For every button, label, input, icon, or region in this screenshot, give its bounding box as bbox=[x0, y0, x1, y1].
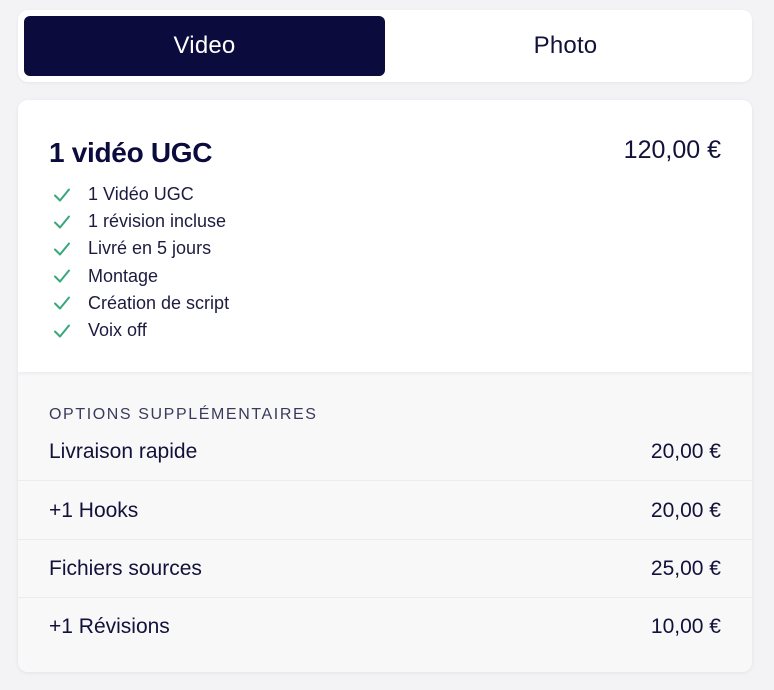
option-price: 10,00 € bbox=[650, 615, 721, 638]
feature-item: Voix off bbox=[52, 317, 229, 344]
option-row-revisions[interactable]: +1 Révisions 10,00 € bbox=[18, 598, 752, 656]
feature-label: Voix off bbox=[88, 320, 147, 341]
option-price: 20,00 € bbox=[650, 439, 721, 463]
tab-photo[interactable]: Photo bbox=[385, 16, 746, 76]
options-section: OPTIONS SUPPLÉMENTAIRES Livraison rapide… bbox=[18, 372, 752, 672]
option-row-livraison-rapide[interactable]: Livraison rapide 20,00 € bbox=[18, 423, 752, 481]
check-icon bbox=[52, 239, 72, 259]
option-label: Livraison rapide bbox=[49, 439, 198, 463]
feature-label: Livré en 5 jours bbox=[88, 238, 212, 259]
feature-item: Création de script bbox=[52, 290, 229, 317]
feature-label: 1 Vidéo UGC bbox=[88, 184, 194, 205]
feature-item: 1 révision incluse bbox=[52, 208, 229, 235]
check-icon bbox=[52, 185, 72, 205]
feature-item: 1 Vidéo UGC bbox=[52, 181, 229, 208]
tab-video[interactable]: Video bbox=[24, 16, 385, 76]
feature-label: 1 révision incluse bbox=[88, 211, 227, 232]
check-icon bbox=[52, 321, 72, 341]
plan-price: 120,00 € bbox=[623, 136, 721, 164]
plan-title: 1 vidéo UGC bbox=[49, 137, 213, 168]
pricing-card: 1 vidéo UGC 120,00 € 1 Vidéo UGC 1 révis… bbox=[18, 100, 752, 672]
tab-bar: Video Photo bbox=[18, 10, 752, 82]
feature-label: Création de script bbox=[88, 292, 230, 313]
option-label: +1 Révisions bbox=[49, 615, 170, 638]
option-label: Fichiers sources bbox=[49, 556, 202, 580]
option-label: +1 Hooks bbox=[49, 498, 139, 522]
option-row-hooks[interactable]: +1 Hooks 20,00 € bbox=[18, 482, 752, 540]
plan-section: 1 vidéo UGC 120,00 € 1 Vidéo UGC 1 révis… bbox=[18, 100, 752, 372]
check-icon bbox=[52, 212, 72, 232]
option-price: 20,00 € bbox=[650, 498, 721, 522]
feature-item: Montage bbox=[52, 263, 229, 290]
feature-label: Montage bbox=[88, 265, 159, 286]
check-icon bbox=[52, 293, 72, 313]
feature-item: Livré en 5 jours bbox=[52, 235, 229, 262]
feature-list: 1 Vidéo UGC 1 révision incluse Livré en … bbox=[52, 181, 229, 344]
options-heading: OPTIONS SUPPLÉMENTAIRES bbox=[49, 406, 318, 423]
option-price: 25,00 € bbox=[650, 556, 721, 580]
option-row-fichiers-sources[interactable]: Fichiers sources 25,00 € bbox=[18, 540, 752, 598]
check-icon bbox=[52, 266, 72, 286]
